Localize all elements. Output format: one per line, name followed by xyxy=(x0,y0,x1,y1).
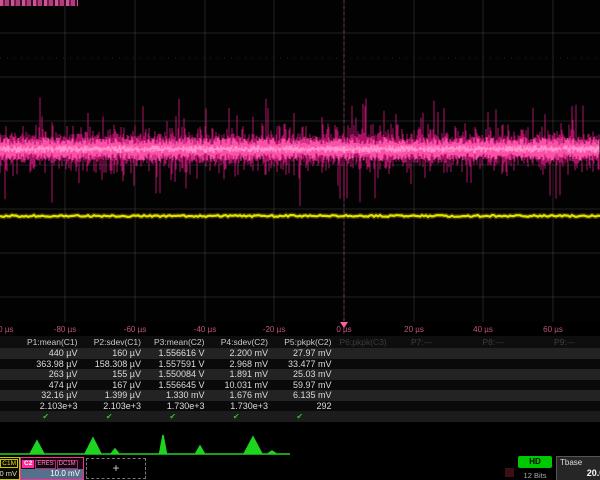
measure-cell: 167 µV xyxy=(78,380,142,391)
measure-cell: 160 µV xyxy=(78,348,142,359)
time-axis: -100 µs -80 µs -60 µs -40 µs -20 µs 0 µs 20 µs… xyxy=(0,322,600,336)
measure-cell: 1.330 mV xyxy=(141,390,205,401)
measure-param-header[interactable]: P4:sdev(C2) xyxy=(205,336,269,348)
measure-param-header-unused[interactable]: P7:--- xyxy=(403,336,475,348)
status-check-icon: ✔ xyxy=(78,411,142,422)
measure-param-header-unused[interactable]: P8:--- xyxy=(475,336,547,348)
measure-cell: 32.16 µV xyxy=(14,390,78,401)
plus-icon: + xyxy=(112,461,119,475)
c1-coupling-tag: C1M xyxy=(0,459,18,468)
measure-header-row: P1:mean(C1)P2:sdev(C1)P3:mean(C2)P4:sdev… xyxy=(0,336,600,348)
measure-cell: 363.98 µV xyxy=(14,359,78,370)
time-axis-label: 60 µs xyxy=(543,325,563,334)
measurement-table: P1:mean(C1)P2:sdev(C1)P3:mean(C2)P4:sdev… xyxy=(0,336,600,422)
measure-param-header-unused[interactable]: P6:pkpk(C3) xyxy=(332,336,404,348)
time-axis-label: 40 µs xyxy=(473,325,493,334)
measure-param-header[interactable]: P5:pkpk(C2) xyxy=(268,336,332,348)
measure-cell: 292 xyxy=(268,401,332,412)
measure-cell: 27.97 mV xyxy=(268,348,332,359)
measure-cell: 59.97 mV xyxy=(268,380,332,391)
measure-cell: 1.891 mV xyxy=(205,369,269,380)
measure-cell: 155 µV xyxy=(78,369,142,380)
measure-value-row: 2.103e+32.103e+31.730e+31.730e+3292 xyxy=(0,401,600,412)
status-check-icon: ✔ xyxy=(141,411,205,422)
measure-cell: 1.730e+3 xyxy=(205,401,269,412)
clipped-trace-label-fragment xyxy=(0,0,78,6)
histogram-canvas xyxy=(0,430,600,456)
time-axis-label: -40 µs xyxy=(194,325,216,334)
timebase-value: 20.0 µs xyxy=(557,467,600,478)
timebase-descriptor[interactable]: Tbase 20.0 µs xyxy=(556,456,600,480)
measure-value-row: 440 µV160 µV1.556616 V2.200 mV27.97 mV xyxy=(0,348,600,359)
time-axis-label: -100 µs xyxy=(0,325,13,334)
status-check-icon: ✔ xyxy=(268,411,332,422)
measure-param-header[interactable]: P2:sdev(C1) xyxy=(78,336,142,348)
measure-value-row: 263 µV155 µV1.550084 V1.891 mV25.03 mV xyxy=(0,369,600,380)
measure-value-row: 474 µV167 µV1.556645 V10.031 mV59.97 mV xyxy=(0,380,600,391)
measure-cell: 25.03 mV xyxy=(268,369,332,380)
measure-param-header[interactable]: P3:mean(C2) xyxy=(141,336,205,348)
measure-body: 440 µV160 µV1.556616 V2.200 mV27.97 mV36… xyxy=(0,348,600,411)
time-axis-label: 20 µs xyxy=(404,325,424,334)
measurement-histogram-strip xyxy=(0,430,600,456)
bottom-descriptor-bar: C1M 0 mV C2 ERES DC1M 10.0 mV + HD 12 Bi… xyxy=(0,456,600,480)
measure-cell: 474 µV xyxy=(14,380,78,391)
measure-cell: 158.308 µV xyxy=(78,359,142,370)
status-check-icon: ✔ xyxy=(205,411,269,422)
measure-cell: 1.550084 V xyxy=(141,369,205,380)
waveform-canvas xyxy=(0,0,600,322)
time-axis-label: -20 µs xyxy=(263,325,285,334)
measure-cell: 1.399 µV xyxy=(78,390,142,401)
measure-cell: 1.557591 V xyxy=(141,359,205,370)
measure-param-header[interactable]: P1:mean(C1) xyxy=(14,336,78,348)
measure-cell: 1.556645 V xyxy=(141,380,205,391)
add-trace-button[interactable]: + xyxy=(86,458,146,479)
trace-c1-flat xyxy=(0,215,600,217)
timebase-label: Tbase xyxy=(557,457,600,467)
channel-c2-descriptor[interactable]: C2 ERES DC1M 10.0 mV xyxy=(20,457,84,480)
clipped-descriptor-fragment xyxy=(505,468,514,477)
measure-cell: 1.730e+3 xyxy=(141,401,205,412)
measure-status-row: ✔✔✔✔✔ xyxy=(0,411,600,422)
c2-coupling-flag: DC1M xyxy=(57,460,78,469)
c1-scale-value: 0 mV xyxy=(0,469,19,479)
oscilloscope-screen: -100 µs -80 µs -60 µs -40 µs -20 µs 0 µs 20 µs… xyxy=(0,0,600,480)
measure-cell: 1.556616 V xyxy=(141,348,205,359)
time-axis-label: -60 µs xyxy=(124,325,146,334)
channel-c1-descriptor[interactable]: C1M 0 mV xyxy=(0,457,20,480)
c2-scale-value: 10.0 mV xyxy=(21,469,83,479)
waveform-grid-area xyxy=(0,0,600,323)
measure-cell: 263 µV xyxy=(14,369,78,380)
measure-param-header-unused[interactable]: P9:--- xyxy=(546,336,600,348)
c2-channel-tag: C2 xyxy=(22,460,34,468)
c2-eres-flag: ERES xyxy=(35,460,55,469)
measure-cell: 1.676 mV xyxy=(205,390,269,401)
measure-value-row: 32.16 µV1.399 µV1.330 mV1.676 mV6.135 mV xyxy=(0,390,600,401)
measure-cell: 2.200 mV xyxy=(205,348,269,359)
measure-cell: 2.968 mV xyxy=(205,359,269,370)
measure-cell: 10.031 mV xyxy=(205,380,269,391)
time-axis-label: -80 µs xyxy=(54,325,76,334)
measure-cell: 33.477 mV xyxy=(268,359,332,370)
c2-descriptor-tags: C2 ERES DC1M xyxy=(21,458,83,469)
time-axis-label: 0 µs xyxy=(336,325,351,334)
histogram-trace xyxy=(0,435,290,454)
measure-cell: 2.103e+3 xyxy=(14,401,78,412)
measure-cell: 6.135 mV xyxy=(268,390,332,401)
hd-mode-badge[interactable]: HD xyxy=(518,456,552,468)
measure-cell: 440 µV xyxy=(14,348,78,359)
measure-value-row: 363.98 µV158.308 µV1.557591 V2.968 mV33.… xyxy=(0,359,600,370)
bit-depth-label: 12 Bits xyxy=(514,471,556,480)
status-check-icon: ✔ xyxy=(14,411,78,422)
measure-cell: 2.103e+3 xyxy=(78,401,142,412)
